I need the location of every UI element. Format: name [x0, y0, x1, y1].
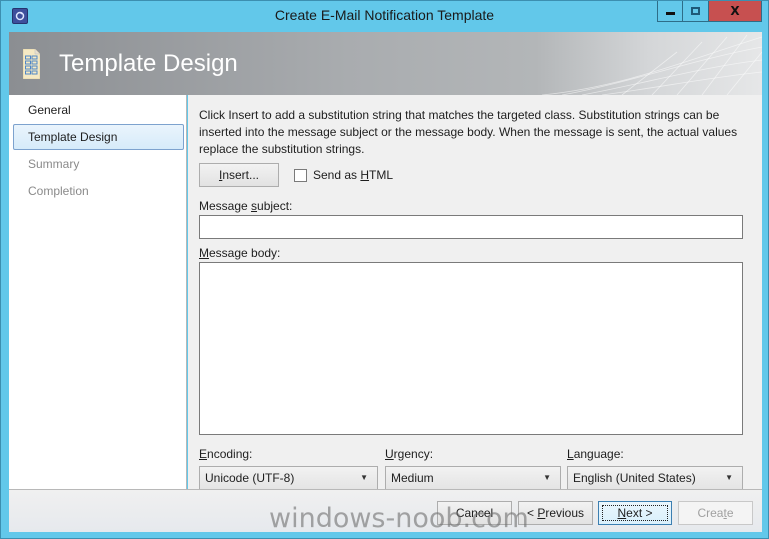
instructions-text: Click Insert to add a substitution strin…	[199, 108, 738, 156]
template-design-panel: Click Insert to add a substitution strin…	[188, 95, 762, 490]
chevron-down-icon: ▼	[543, 473, 551, 482]
insert-button[interactable]: Insert...	[199, 163, 279, 187]
previous-button[interactable]: < Previous	[518, 501, 593, 525]
send-as-html-option[interactable]: Send as HTML	[294, 168, 393, 182]
page-header: Template Design	[9, 32, 762, 95]
window-title: Create E-Mail Notification Template	[274, 7, 495, 23]
sidebar-item-general[interactable]: General	[13, 97, 184, 123]
sidebar-item-summary: Summary	[28, 157, 80, 171]
close-button[interactable]: X	[709, 1, 762, 22]
message-body-textarea[interactable]	[199, 262, 743, 435]
encoding-value: Unicode (UTF-8)	[205, 471, 295, 485]
message-subject-label: Message subject:	[199, 199, 293, 213]
urgency-select[interactable]: Medium ▼	[385, 466, 561, 490]
next-button[interactable]: Next >	[598, 501, 672, 525]
message-subject-input[interactable]	[199, 215, 743, 239]
sidebar-item-template-design[interactable]: Template Design	[13, 124, 184, 150]
title-bar: Create E-Mail Notification Template X	[1, 1, 768, 31]
chevron-down-icon: ▼	[360, 473, 368, 482]
encoding-label: Encoding:	[199, 447, 253, 461]
sidebar-item-completion: Completion	[28, 184, 89, 198]
chevron-down-icon: ▼	[725, 473, 733, 482]
header-decoration	[541, 34, 762, 95]
language-select[interactable]: English (United States) ▼	[567, 466, 743, 490]
maximize-icon	[691, 7, 700, 15]
template-document-icon	[23, 49, 40, 79]
page-title: Template Design	[59, 50, 238, 77]
urgency-value: Medium	[391, 471, 434, 485]
maximize-button[interactable]	[683, 1, 709, 22]
close-icon: X	[730, 4, 740, 18]
create-button: Create	[678, 501, 753, 525]
minimize-button[interactable]	[657, 1, 683, 22]
watermark-text: windows-noob.com	[269, 503, 529, 534]
message-body-label: Message body:	[199, 246, 281, 260]
window-controls: X	[657, 1, 762, 22]
send-as-html-checkbox[interactable]	[294, 168, 307, 182]
send-as-html-label: Send as HTML	[313, 168, 394, 182]
language-label: Language:	[567, 447, 624, 461]
minimize-icon	[665, 11, 675, 15]
language-value: English (United States)	[573, 471, 696, 485]
dialog-window: Create E-Mail Notification Template X Te…	[0, 0, 769, 539]
urgency-label: Urgency:	[385, 447, 434, 461]
encoding-select[interactable]: Unicode (UTF-8) ▼	[199, 466, 378, 490]
insert-label: nsert...	[222, 168, 260, 182]
wizard-steps-sidebar: General Template Design Summary Completi…	[9, 95, 187, 489]
